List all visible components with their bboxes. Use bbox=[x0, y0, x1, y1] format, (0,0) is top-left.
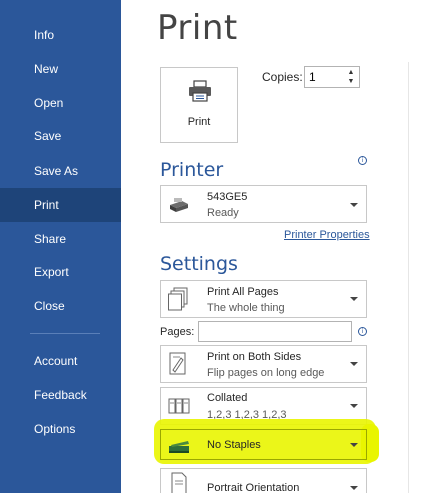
pages-icon bbox=[168, 287, 188, 311]
settings-heading: Settings bbox=[160, 253, 238, 275]
copies-stepper[interactable]: ▲ ▼ bbox=[304, 66, 360, 88]
print-range-dropdown[interactable]: Print All Pages The whole thing bbox=[160, 280, 367, 318]
nav-item-open[interactable]: Open bbox=[0, 86, 121, 120]
printer-icon bbox=[189, 80, 211, 102]
info-icon[interactable]: i bbox=[358, 327, 367, 336]
printer-device-icon bbox=[170, 198, 188, 212]
nav-item-account[interactable]: Account bbox=[0, 344, 121, 378]
copies-input[interactable] bbox=[309, 69, 341, 85]
nav-divider bbox=[30, 333, 100, 334]
print-button[interactable]: Print bbox=[160, 67, 238, 143]
print-range-desc: The whole thing bbox=[207, 302, 285, 314]
nav-item-new[interactable]: New bbox=[0, 52, 121, 86]
chevron-down-icon bbox=[350, 404, 358, 408]
printer-properties-link[interactable]: Printer Properties bbox=[284, 229, 370, 241]
duplex-label: Print on Both Sides bbox=[207, 351, 302, 363]
nav-item-options[interactable]: Options bbox=[0, 412, 121, 446]
nav-item-print[interactable]: Print bbox=[0, 188, 121, 222]
backstage-nav: Info New Open Save Save As Print Share E… bbox=[0, 0, 121, 493]
copies-label: Copies: bbox=[262, 70, 303, 84]
orientation-label: Portrait Orientation bbox=[207, 482, 300, 493]
staples-dropdown[interactable]: No Staples bbox=[160, 429, 367, 460]
duplex-dropdown[interactable]: Print on Both Sides Flip pages on long e… bbox=[160, 345, 367, 383]
nav-item-save[interactable]: Save bbox=[0, 119, 121, 153]
collation-label: Collated bbox=[207, 392, 248, 404]
pages-input[interactable] bbox=[198, 321, 352, 342]
chevron-down-icon bbox=[350, 362, 358, 366]
staples-label: No Staples bbox=[207, 439, 261, 451]
nav-item-feedback[interactable]: Feedback bbox=[0, 378, 121, 412]
nav-item-save-as[interactable]: Save As bbox=[0, 154, 121, 188]
preview-divider bbox=[408, 62, 409, 493]
portrait-page-icon bbox=[171, 472, 187, 493]
spin-up-icon[interactable]: ▲ bbox=[346, 68, 356, 77]
chevron-down-icon bbox=[350, 297, 358, 301]
printer-dropdown[interactable]: 543GE5 Ready bbox=[160, 185, 367, 223]
print-button-label: Print bbox=[187, 116, 211, 128]
page-title: Print bbox=[157, 8, 238, 48]
spin-down-icon[interactable]: ▼ bbox=[346, 77, 356, 86]
printer-heading: Printer bbox=[160, 159, 224, 181]
duplex-desc: Flip pages on long edge bbox=[207, 367, 325, 379]
printer-status: Ready bbox=[207, 207, 239, 219]
nav-item-share[interactable]: Share bbox=[0, 222, 121, 256]
collated-icon bbox=[168, 398, 190, 414]
nav-item-info[interactable]: Info bbox=[0, 18, 121, 52]
chevron-down-icon bbox=[350, 443, 358, 447]
orientation-dropdown[interactable]: Portrait Orientation bbox=[160, 468, 367, 493]
chevron-down-icon bbox=[350, 203, 358, 207]
nav-item-export[interactable]: Export bbox=[0, 255, 121, 289]
stapler-icon bbox=[169, 441, 189, 453]
pages-label: Pages: bbox=[160, 326, 195, 338]
printer-name: 543GE5 bbox=[207, 191, 248, 203]
print-pane: Print Print Copies: ▲ ▼ Printer i 543GE5… bbox=[121, 0, 431, 493]
info-icon[interactable]: i bbox=[358, 156, 367, 165]
print-range-label: Print All Pages bbox=[207, 286, 279, 298]
duplex-icon bbox=[169, 352, 186, 375]
nav-item-close[interactable]: Close bbox=[0, 289, 121, 323]
chevron-down-icon bbox=[350, 486, 358, 490]
